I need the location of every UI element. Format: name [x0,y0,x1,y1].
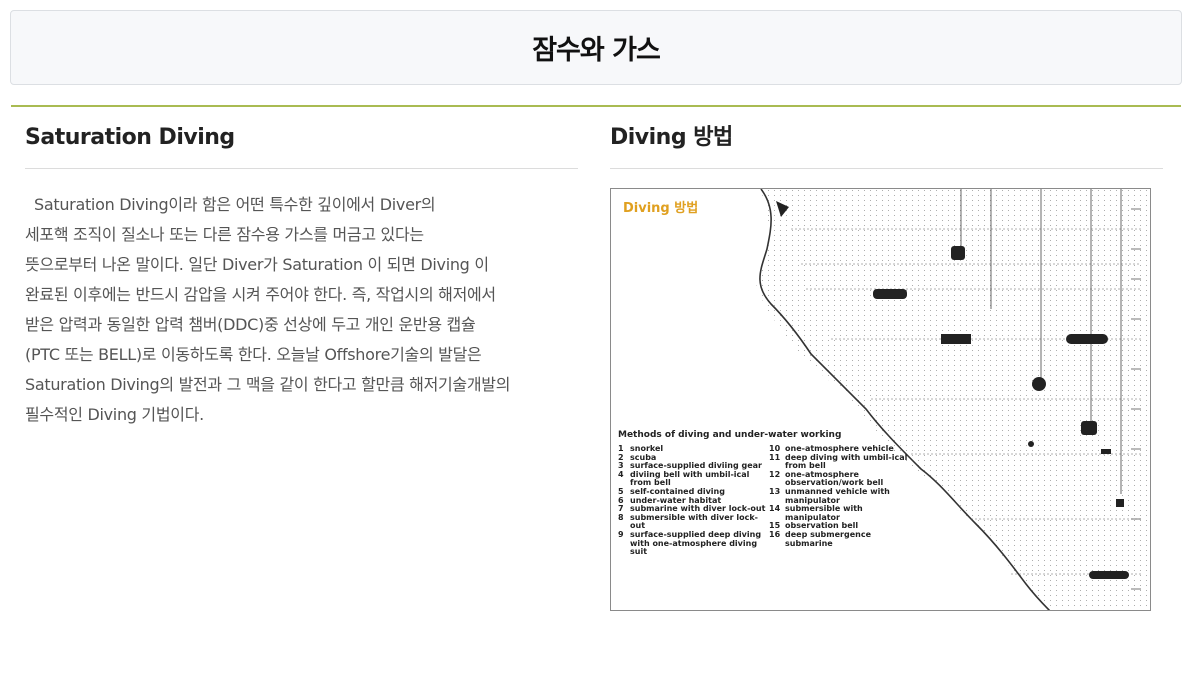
legend-item: 12 one-atmosphere observation/work bell [769,469,884,488]
text-line: 뜻으로부터 나온 말이다. 일단 Diver가 Saturation 이 되면 … [25,255,489,274]
text-line: 세포핵 조직이 질소나 또는 다른 잠수용 가스를 머금고 있다는 [25,225,424,244]
legend-item: 9 surface-supplied deep diving with one-a… [618,529,762,557]
diving-methods-section: Diving 방법 Diving 방법 Methods of diving an… [610,122,1166,611]
legend-item: 4 diviing bell with umbil-ical from bell [618,469,750,488]
diving-methods-figure: Diving 방법 Methods of diving and under-wa… [610,188,1151,611]
saturation-description: Saturation Diving이라 함은 어떤 특수한 깊이에서 Diver… [25,190,590,430]
page-title: 잠수와 가스 [532,35,661,66]
text-line: 완료된 이후에는 반드시 감압을 시켜 주어야 한다. 즉, 작업시의 해저에서 [25,285,496,304]
legend-item: 13 unmanned vehicle with manipulator [769,486,890,505]
text-line: Saturation Diving의 발전과 그 맥을 같이 한다고 할만큼 해… [25,375,511,394]
legend-item: 11 deep diving with umbil-ical from bell [769,452,908,471]
section-title-diving-methods: Diving 방법 [610,125,733,150]
text-line: Saturation Diving이라 함은 어떤 특수한 깊이에서 Diver… [34,195,436,214]
section-divider [25,168,578,169]
text-line: (PTC 또는 BELL)로 이동하도록 한다. 오늘날 Offshore기술의… [25,345,482,364]
saturation-diving-section: Saturation Diving Saturation Diving이라 함은… [25,122,580,430]
legend-column-right: 10 one-atmosphere vehicle 11 deep diving w… [769,444,919,548]
text-line: 필수적인 Diving 기법이다. [25,405,204,424]
text-line: 받은 압력과 동일한 압력 챔버(DDC)중 선상에 두고 개인 운반용 캡슐 [25,315,476,334]
legend-item: 8 submersible with diver lock-out [618,512,758,531]
header-divider [11,105,1181,107]
figure-title: Diving 방법 [623,201,699,216]
legend-column-left: 1 snorkel 2 scuba 3 surface-supplied diviin… [618,444,768,557]
legend-item: 14 submersible with manipulator [769,504,863,522]
legend-item: 16 deep submergence submarine [769,529,871,548]
legend-title: Methods of diving and under-water workin… [618,430,842,440]
section-title-saturation: Saturation Diving [25,125,235,150]
section-divider [610,168,1163,169]
page-header: 잠수와 가스 [10,10,1182,85]
